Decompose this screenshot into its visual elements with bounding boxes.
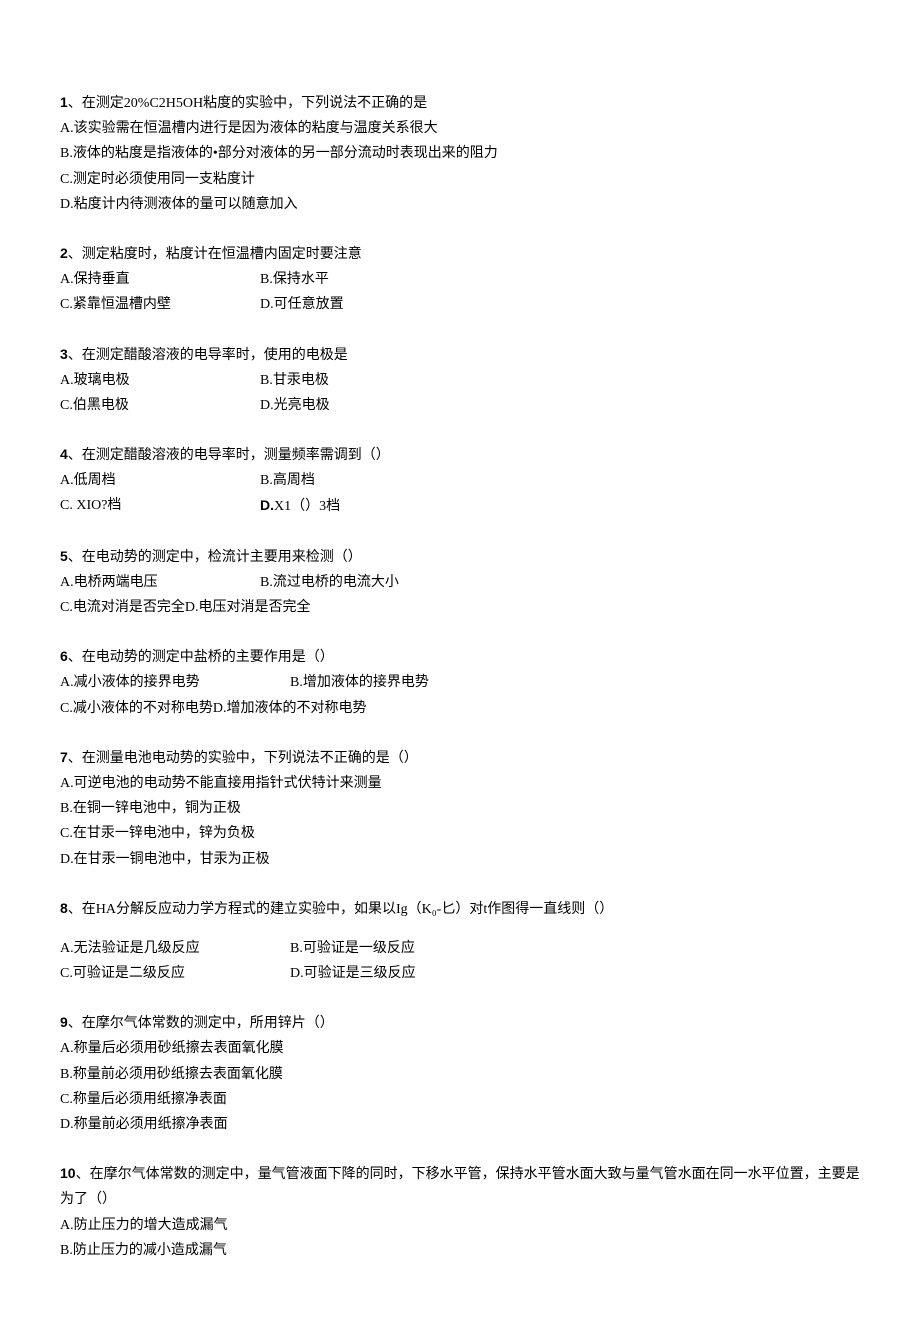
question-number: 1 (60, 94, 68, 110)
question-text: 、在电动势的测定中盐桥的主要作用是（） (68, 650, 334, 665)
option: A.减小液体的接界电势 (60, 670, 290, 695)
option: C.测定时必须使用同一支粘度计 (60, 167, 860, 192)
option-row: A.保持垂直B.保持水平 (60, 267, 860, 292)
option: C.在甘汞一锌电池中，锌为负极 (60, 821, 860, 846)
option-tail: C.减小液体的不对称电势D.增加液体的不对称电势 (60, 696, 860, 721)
question-9: 9、在摩尔气体常数的测定中，所用锌片（）A.称量后必须用砂纸擦去表面氧化膜B.称… (60, 1010, 860, 1137)
question-stem: 8、在HA分解反应动力学方程式的建立实验中，如果以Ig（K₀-匕）对t作图得一直… (60, 896, 860, 922)
option: C.紧靠恒温槽内壁 (60, 292, 260, 317)
option: A.无法验证是几级反应 (60, 936, 290, 961)
question-stem: 5、在电动势的测定中，检流计主要用来检测（） (60, 544, 860, 570)
option: C.称量后必须用纸擦净表面 (60, 1087, 860, 1112)
option-row: A.减小液体的接界电势B.增加液体的接界电势 (60, 670, 860, 695)
question-8: 8、在HA分解反应动力学方程式的建立实验中，如果以Ig（K₀-匕）对t作图得一直… (60, 896, 860, 987)
option: A.该实验需在恒温槽内进行是因为液体的粘度与温度关系很大 (60, 116, 860, 141)
option: D.可任意放置 (260, 292, 460, 317)
option-row: C.可验证是二级反应D.可验证是三级反应 (60, 961, 860, 986)
option: A.保持垂直 (60, 267, 260, 292)
question-1: 1、在测定20%C2H5OH粘度的实验中，下列说法不正确的是A.该实验需在恒温槽… (60, 90, 860, 217)
question-number: 7 (60, 749, 68, 765)
question-number: 10 (60, 1165, 76, 1181)
question-text: 、在测量电池电动势的实验中，下列说法不正确的是（） (68, 751, 418, 766)
question-stem: 4、在测定醋酸溶液的电导率时，测量频率需调到（） (60, 442, 860, 468)
question-stem: 6、在电动势的测定中盐桥的主要作用是（） (60, 644, 860, 670)
option-tail: C.电流对消是否完全D.电压对消是否完全 (60, 595, 860, 620)
question-3: 3、在测定醋酸溶液的电导率时，使用的电极是A.玻璃电极B.甘汞电极C.伯黑电极D… (60, 342, 860, 419)
option: B.甘汞电极 (260, 368, 460, 393)
question-2: 2、测定粘度时，粘度计在恒温槽内固定时要注意A.保持垂直B.保持水平C.紧靠恒温… (60, 241, 860, 318)
option: A.称量后必须用砂纸擦去表面氧化膜 (60, 1036, 860, 1061)
question-text: 、在测定醋酸溶液的电导率时，测量频率需调到（） (68, 448, 390, 463)
question-number: 4 (60, 446, 68, 462)
option-text: X1（）3档 (274, 499, 340, 514)
option: D.称量前必须用纸擦净表面 (60, 1112, 860, 1137)
option: C. XIO?档 (60, 493, 260, 519)
option-row: A.电桥两端电压B.流过电桥的电流大小 (60, 570, 860, 595)
option: D.X1（）3档 (260, 493, 460, 519)
question-10: 10、在摩尔气体常数的测定中，量气管液面下降的同时，下移水平管，保持水平管水面大… (60, 1161, 860, 1263)
question-stem: 10、在摩尔气体常数的测定中，量气管液面下降的同时，下移水平管，保持水平管水面大… (60, 1161, 860, 1212)
question-text: 、测定粘度时，粘度计在恒温槽内固定时要注意 (68, 247, 362, 262)
question-number: 6 (60, 648, 68, 664)
option-row: C.伯黑电极D.光亮电极 (60, 393, 860, 418)
option: D.可验证是三级反应 (290, 961, 490, 986)
question-number: 5 (60, 548, 68, 564)
option: A.玻璃电极 (60, 368, 260, 393)
question-number: 2 (60, 245, 68, 261)
question-5: 5、在电动势的测定中，检流计主要用来检测（）A.电桥两端电压B.流过电桥的电流大… (60, 544, 860, 621)
question-7: 7、在测量电池电动势的实验中，下列说法不正确的是（）A.可逆电池的电动势不能直接… (60, 745, 860, 872)
option: A.防止压力的增大造成漏气 (60, 1213, 860, 1238)
option: C.可验证是二级反应 (60, 961, 290, 986)
question-text: 、在电动势的测定中，检流计主要用来检测（） (68, 550, 362, 565)
option: A.低周档 (60, 468, 260, 493)
option: B.在铜一锌电池中，铜为正极 (60, 796, 860, 821)
question-stem: 2、测定粘度时，粘度计在恒温槽内固定时要注意 (60, 241, 860, 267)
option: A.电桥两端电压 (60, 570, 260, 595)
option-row: C.紧靠恒温槽内壁D.可任意放置 (60, 292, 860, 317)
option: B.称量前必须用砂纸擦去表面氧化膜 (60, 1062, 860, 1087)
question-6: 6、在电动势的测定中盐桥的主要作用是（）A.减小液体的接界电势B.增加液体的接界… (60, 644, 860, 721)
question-number: 8 (60, 900, 68, 916)
question-4: 4、在测定醋酸溶液的电导率时，测量频率需调到（）A.低周档B.高周档C. XIO… (60, 442, 860, 520)
option: C.伯黑电极 (60, 393, 260, 418)
question-stem: 1、在测定20%C2H5OH粘度的实验中，下列说法不正确的是 (60, 90, 860, 116)
document-body: 1、在测定20%C2H5OH粘度的实验中，下列说法不正确的是A.该实验需在恒温槽… (60, 90, 860, 1263)
question-text: 、在摩尔气体常数的测定中，量气管液面下降的同时，下移水平管，保持水平管水面大致与… (60, 1167, 860, 1207)
option: B.液体的粘度是指液体的•部分对液体的另一部分流动时表现出来的阻力 (60, 141, 860, 166)
option: B.可验证是一级反应 (290, 936, 490, 961)
option: D.光亮电极 (260, 393, 460, 418)
option-row: A.玻璃电极B.甘汞电极 (60, 368, 860, 393)
question-text: 、在HA分解反应动力学方程式的建立实验中，如果以Ig（K₀-匕）对t作图得一直线… (68, 902, 613, 917)
option-prefix: D. (260, 497, 274, 513)
question-number: 9 (60, 1014, 68, 1030)
option: A.可逆电池的电动势不能直接用指针式伏特计来测量 (60, 771, 860, 796)
option: B.增加液体的接界电势 (290, 670, 490, 695)
option: D.在甘汞一铜电池中，甘汞为正极 (60, 847, 860, 872)
question-stem: 9、在摩尔气体常数的测定中，所用锌片（） (60, 1010, 860, 1036)
option: B.保持水平 (260, 267, 460, 292)
question-text: 、在测定醋酸溶液的电导率时，使用的电极是 (68, 348, 348, 363)
option-row: A.无法验证是几级反应B.可验证是一级反应 (60, 936, 860, 961)
option: B.流过电桥的电流大小 (260, 570, 460, 595)
option: D.粘度计内待测液体的量可以随意加入 (60, 192, 860, 217)
question-text: 、在测定20%C2H5OH粘度的实验中，下列说法不正确的是 (68, 96, 427, 111)
option: B.高周档 (260, 468, 460, 493)
question-number: 3 (60, 346, 68, 362)
option-row: A.低周档B.高周档 (60, 468, 860, 493)
option: B.防止压力的减小造成漏气 (60, 1238, 860, 1263)
question-text: 、在摩尔气体常数的测定中，所用锌片（） (68, 1016, 334, 1031)
question-stem: 3、在测定醋酸溶液的电导率时，使用的电极是 (60, 342, 860, 368)
question-stem: 7、在测量电池电动势的实验中，下列说法不正确的是（） (60, 745, 860, 771)
option-row: C. XIO?档D.X1（）3档 (60, 493, 860, 519)
